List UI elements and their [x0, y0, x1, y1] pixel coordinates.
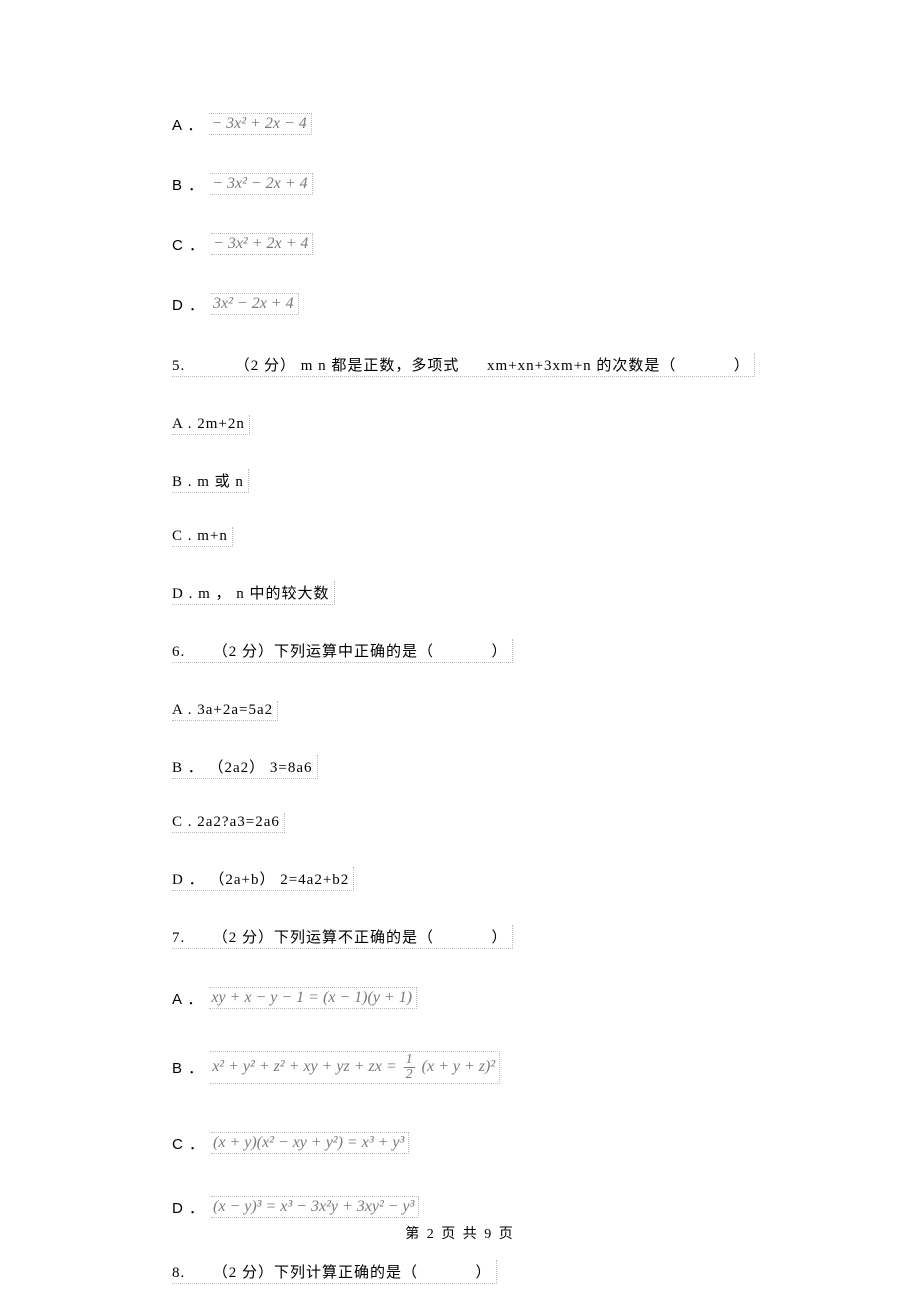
q6-option-b: B ． （2a2） 3=8a6	[172, 755, 772, 779]
q7-option-b: B ． x² + y² + z² + xy + yz + zx = 12 (x …	[172, 1051, 772, 1084]
q7-option-c: C ． (x + y)(x² − xy + y²) = x³ + y³	[172, 1132, 772, 1154]
q4-option-a: A ． − 3x² + 2x − 4	[172, 113, 772, 135]
option-label: D ．	[172, 294, 205, 315]
option-label: B ．	[172, 1057, 204, 1078]
question-points: （2 分）	[235, 358, 296, 374]
question-number: 7.	[172, 930, 185, 946]
math-expression: (x − y)³ = x³ − 3x²y + 3xy² − y³	[211, 1196, 419, 1218]
page-content: A ． − 3x² + 2x − 4 B ． − 3x² − 2x + 4 C …	[172, 113, 772, 1284]
question-7: 7. （2 分）下列运算不正确的是（ ）	[172, 925, 772, 949]
math-expression: x² + y² + z² + xy + yz + zx = 12 (x + y …	[210, 1051, 500, 1084]
q6-option-d: D ． （2a+b） 2=4a2+b2	[172, 867, 772, 891]
option-label: D ．	[172, 1197, 205, 1218]
close-paren: ）	[492, 644, 508, 660]
q7-option-d: D ． (x − y)³ = x³ − 3x²y + 3xy² − y³	[172, 1196, 772, 1218]
q4-option-d: D ． 3x² − 2x + 4	[172, 293, 772, 315]
math-expression: (x + y)(x² − xy + y²) = x³ + y³	[211, 1132, 409, 1154]
question-5: 5. （2 分） m n 都是正数，多项式 xm+xn+3xm+n 的次数是（ …	[172, 353, 772, 377]
option-label: A ．	[172, 988, 203, 1009]
question-number: 8.	[172, 1265, 185, 1281]
question-text: （2 分）下列运算中正确的是（	[213, 644, 434, 660]
page-footer: 第 2 页 共 9 页	[0, 1223, 920, 1243]
question-number: 5.	[172, 358, 185, 374]
question-text: m n 都是正数，多项式	[301, 358, 460, 374]
question-6: 6. （2 分）下列运算中正确的是（ ）	[172, 639, 772, 663]
q5-option-c: C . m+n	[172, 527, 772, 547]
q4-option-b: B ． − 3x² − 2x + 4	[172, 173, 772, 195]
math-expression: − 3x² + 2x + 4	[211, 233, 313, 255]
question-8: 8. （2 分）下列计算正确的是（ ）	[172, 1260, 772, 1284]
math-expression: xy + x − y − 1 = (x − 1)(y + 1)	[209, 987, 417, 1009]
option-label: A ．	[172, 114, 203, 135]
math-expression: − 3x² − 2x + 4	[210, 173, 312, 195]
math-expression: 3x² − 2x + 4	[211, 293, 299, 315]
close-paren: ）	[492, 930, 508, 946]
q5-option-b: B . m 或 n	[172, 469, 772, 493]
option-label: C ．	[172, 234, 205, 255]
fraction-icon: 12	[404, 1053, 415, 1082]
q5-option-a: A . 2m+2n	[172, 415, 772, 435]
close-paren: ）	[476, 1265, 492, 1281]
q6-option-a: A . 3a+2a=5a2	[172, 701, 772, 721]
question-text: （2 分）下列计算正确的是（	[213, 1265, 418, 1281]
option-label: B ．	[172, 174, 204, 195]
option-label: C ．	[172, 1133, 205, 1154]
q6-option-c: C . 2a2?a3=2a6	[172, 813, 772, 833]
question-number: 6.	[172, 644, 185, 660]
q4-option-c: C ． − 3x² + 2x + 4	[172, 233, 772, 255]
question-text: （2 分）下列运算不正确的是（	[213, 930, 434, 946]
close-paren: ）	[734, 358, 750, 374]
math-expression: − 3x² + 2x − 4	[209, 113, 311, 135]
question-term: xm+xn+3xm+n	[487, 358, 592, 374]
q7-option-a: A ． xy + x − y − 1 = (x − 1)(y + 1)	[172, 987, 772, 1009]
question-suffix: 的次数是（	[596, 358, 676, 374]
q5-option-d: D . m ， n 中的较大数	[172, 581, 772, 605]
